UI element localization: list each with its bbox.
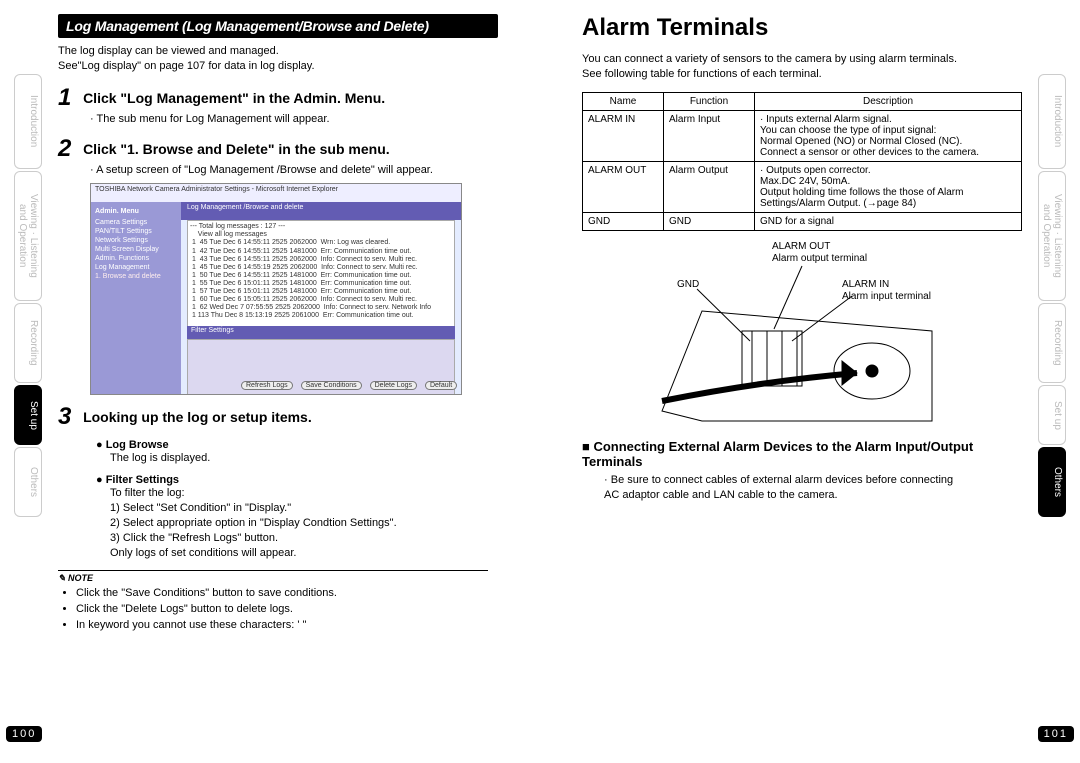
side-tabs-right: Introduction Viewing · Listening and Ope… (1038, 74, 1066, 684)
th-function: Function (664, 92, 755, 110)
tab-others: Others (14, 447, 42, 517)
btn: Save Conditions (301, 381, 362, 390)
intro-line-1: You can connect a variety of sensors to … (582, 53, 957, 65)
intro-line-1: The log display can be viewed and manage… (58, 45, 279, 57)
step-2: 2 Click "1. Browse and Delete" in the su… (58, 135, 498, 178)
tab-setup: Set up (14, 385, 42, 445)
nav-item: PAN/TILT Settings (95, 228, 177, 235)
intro-text: You can connect a variety of sensors to … (582, 52, 1022, 82)
step-body: The sub menu for Log Management will app… (90, 112, 498, 127)
note-list: Click the "Save Conditions" button to sa… (76, 586, 498, 633)
nav-item: Network Settings (95, 237, 177, 244)
cell: Alarm Output (664, 161, 755, 212)
step-number: 3 (58, 403, 80, 431)
bullet-log-browse: Log Browse The log is displayed. (96, 439, 498, 466)
nav-item: Camera Settings (95, 219, 177, 226)
step-title: Click "1. Browse and Delete" in the sub … (83, 135, 483, 157)
app-screenshot: TOSHIBA Network Camera Administrator Set… (90, 183, 462, 395)
cell: ALARM IN (583, 110, 664, 161)
table-row: GND GND GND for a signal (583, 212, 1022, 230)
section-title: Alarm Terminals (582, 14, 1022, 46)
label-gnd: GND (677, 279, 699, 291)
table-row: ALARM IN Alarm Input · Inputs external A… (583, 110, 1022, 161)
cell: Alarm Input (664, 110, 755, 161)
btn: Refresh Logs (241, 381, 293, 390)
tab-setup: Set up (1038, 385, 1066, 445)
left-content: Log Management (Log Management/Browse an… (58, 14, 498, 634)
side-tabs-left: Introduction Viewing · Listening and Ope… (14, 74, 42, 684)
nav-item: Multi Screen Display (95, 246, 177, 253)
section-title: Log Management (Log Management/Browse an… (58, 14, 498, 38)
note-item: Click the "Save Conditions" button to sa… (76, 586, 498, 601)
tab-viewing: Viewing · Listening and Operation (1038, 171, 1066, 301)
nav-item: 1. Browse and delete (95, 273, 177, 280)
th-description: Description (755, 92, 1022, 110)
terminal-table: Name Function Description ALARM IN Alarm… (582, 92, 1022, 231)
cell: GND (583, 212, 664, 230)
sub-body: Be sure to connect cables of external al… (604, 473, 1022, 488)
tab-viewing: Viewing · Listening and Operation (14, 171, 42, 301)
page-number: 101 (1038, 726, 1074, 742)
bullet-body: To filter the log: 1) Select "Set Condit… (110, 486, 498, 560)
cell: · Inputs external Alarm signal. You can … (755, 110, 1022, 161)
page-left: Introduction Viewing · Listening and Ope… (14, 14, 506, 744)
screenshot-main-header: Log Management /Browse and delete (181, 202, 461, 220)
btn: Delete Logs (370, 381, 417, 390)
nav-item: Log Management (95, 264, 177, 271)
bullet-title: Filter Settings (96, 474, 498, 486)
step-1: 1 Click "Log Management" in the Admin. M… (58, 84, 498, 127)
step-title: Click "Log Management" in the Admin. Men… (83, 84, 483, 106)
step-number: 1 (58, 84, 80, 112)
cell: GND (664, 212, 755, 230)
right-content: Alarm Terminals You can connect a variet… (582, 14, 1022, 502)
tab-introduction: Introduction (1038, 74, 1066, 169)
table-row: ALARM OUT Alarm Output · Outputs open co… (583, 161, 1022, 212)
note-label: NOTE (58, 570, 488, 584)
tab-recording: Recording (14, 303, 42, 383)
bullet-filter-settings: Filter Settings To filter the log: 1) Se… (96, 474, 498, 560)
note-item: Click the "Delete Logs" button to delete… (76, 602, 498, 617)
cell: · Outputs open corrector. Max.DC 24V, 50… (755, 161, 1022, 212)
intro-line-2: See following table for functions of eac… (582, 68, 822, 80)
btn: Default (425, 381, 457, 390)
nav-item: Admin. Functions (95, 255, 177, 262)
screenshot-buttons: Refresh Logs Save Conditions Delete Logs… (241, 381, 457, 390)
page-number: 100 (6, 726, 42, 742)
sub-heading: Connecting External Alarm Devices to the… (582, 439, 1022, 469)
th-name: Name (583, 92, 664, 110)
step-title: Looking up the log or setup items. (83, 403, 483, 425)
step-body: A setup screen of "Log Management /Brows… (90, 163, 498, 178)
step-3: 3 Looking up the log or setup items. (58, 403, 498, 431)
bullet-body: The log is displayed. (110, 451, 498, 466)
screenshot-leftnav: Admin. Menu Camera Settings PAN/TILT Set… (91, 202, 181, 394)
terminal-diagram: ALARM OUTAlarm output terminal GND ALARM… (642, 241, 962, 431)
tab-introduction: Introduction (14, 74, 42, 169)
screenshot-logbox: --- Total log messages : 127 --- View al… (187, 220, 455, 328)
tab-recording: Recording (1038, 303, 1066, 383)
note-item: In keyword you cannot use these characte… (76, 618, 498, 633)
bullet-title: Log Browse (96, 439, 498, 451)
intro-text: The log display can be viewed and manage… (58, 44, 498, 74)
screenshot-filter-header: Filter Settings (187, 326, 455, 340)
diagram-svg (642, 241, 962, 431)
cell: ALARM OUT (583, 161, 664, 212)
sub-body: AC adaptor cable and LAN cable to the ca… (604, 488, 1022, 503)
tab-others: Others (1038, 447, 1066, 517)
page-right: Introduction Viewing · Listening and Ope… (574, 14, 1066, 744)
label-alarm-out: ALARM OUTAlarm output terminal (772, 241, 867, 265)
label-alarm-in: ALARM INAlarm input terminal (842, 279, 931, 303)
step-number: 2 (58, 135, 80, 163)
cell: GND for a signal (755, 212, 1022, 230)
intro-line-2: See"Log display" on page 107 for data in… (58, 60, 315, 72)
